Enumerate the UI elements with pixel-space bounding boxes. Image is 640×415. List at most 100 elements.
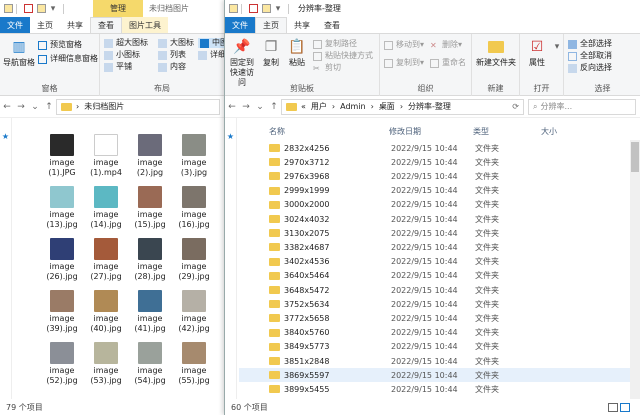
paste-shortcut-button[interactable]: 粘贴快捷方式 bbox=[313, 51, 373, 61]
delete-button[interactable]: ✕ 删除 ▾ bbox=[430, 40, 462, 50]
address-bar[interactable]: › 未归档图片 bbox=[56, 98, 220, 115]
layout-large-icons[interactable]: 大图标 bbox=[158, 38, 194, 48]
nav-pane-button[interactable]: ▥ 导航窗格 bbox=[2, 38, 36, 68]
navigation-pane[interactable]: ★ bbox=[225, 118, 237, 399]
table-row[interactable]: 3024x4032 2022/9/15 10:44 文件夹 bbox=[239, 212, 630, 226]
tab-view[interactable]: 查看 bbox=[317, 17, 347, 33]
tab-home[interactable]: 主页 bbox=[255, 17, 287, 33]
new-folder-icon[interactable] bbox=[37, 4, 46, 13]
table-row[interactable]: 3382x4687 2022/9/15 10:44 文件夹 bbox=[239, 240, 630, 254]
file-item[interactable]: image (14).jpg bbox=[84, 186, 128, 230]
breadcrumb-current[interactable]: 未归档图片 bbox=[84, 101, 124, 112]
table-row[interactable]: 2976x3968 2022/9/15 10:44 文件夹 bbox=[239, 169, 630, 183]
breadcrumb-desktop[interactable]: 桌面 bbox=[379, 101, 395, 112]
paste-button[interactable]: 📋 粘贴 bbox=[285, 38, 309, 68]
file-item[interactable]: image (39).jpg bbox=[40, 290, 84, 334]
file-item[interactable]: image (52).jpg bbox=[40, 342, 84, 386]
breadcrumb-current[interactable]: 分辨率-整理 bbox=[408, 101, 451, 112]
file-item[interactable]: image (41).jpg bbox=[128, 290, 172, 334]
file-item[interactable]: image (13).jpg bbox=[40, 186, 84, 230]
file-item[interactable]: image (3).jpg bbox=[172, 134, 216, 178]
file-item[interactable]: image (40).jpg bbox=[84, 290, 128, 334]
column-type[interactable]: 类型 bbox=[473, 126, 541, 137]
file-item[interactable]: image (16).jpg bbox=[172, 186, 216, 230]
search-box[interactable]: ⌕ 分辨率... bbox=[528, 98, 636, 115]
recent-locations-icon[interactable]: ⌄ bbox=[28, 102, 42, 112]
table-row[interactable]: 3772x5658 2022/9/15 10:44 文件夹 bbox=[239, 311, 630, 325]
quick-access-icon[interactable]: ★ bbox=[0, 132, 11, 141]
table-row[interactable]: 3648x5472 2022/9/15 10:44 文件夹 bbox=[239, 283, 630, 297]
open-dropdown-icon[interactable]: ▾ bbox=[550, 42, 564, 52]
file-item[interactable]: image (42).jpg bbox=[172, 290, 216, 334]
layout-tiles[interactable]: 平铺 bbox=[104, 62, 132, 72]
details-pane-button[interactable]: 详细信息窗格 bbox=[38, 54, 98, 64]
refresh-icon[interactable]: ⟳ bbox=[512, 102, 519, 111]
properties-button[interactable]: ☑ 属性 bbox=[524, 38, 550, 68]
vertical-scrollbar[interactable] bbox=[630, 140, 640, 399]
table-row[interactable]: 3840x5760 2022/9/15 10:44 文件夹 bbox=[239, 326, 630, 340]
copy-to-button[interactable]: 复制到 ▾ bbox=[384, 58, 424, 68]
table-row[interactable]: 3000x2000 2022/9/15 10:44 文件夹 bbox=[239, 198, 630, 212]
quick-access-icon[interactable]: ★ bbox=[225, 132, 236, 141]
back-icon[interactable]: ← bbox=[225, 102, 239, 112]
file-item[interactable]: image (27).jpg bbox=[84, 238, 128, 282]
table-row[interactable]: 3130x2075 2022/9/15 10:44 文件夹 bbox=[239, 226, 630, 240]
file-item[interactable]: image (26).jpg bbox=[40, 238, 84, 282]
new-folder-icon[interactable] bbox=[262, 4, 271, 13]
tab-home[interactable]: 主页 bbox=[30, 17, 60, 33]
file-item[interactable]: image (53).jpg bbox=[84, 342, 128, 386]
tab-picture-tools[interactable]: 图片工具 bbox=[122, 17, 168, 33]
forward-icon[interactable]: → bbox=[239, 102, 253, 112]
file-item[interactable]: image (29).jpg bbox=[172, 238, 216, 282]
layout-xl-icons[interactable]: 超大图标 bbox=[104, 38, 148, 48]
table-row[interactable]: 3752x5634 2022/9/15 10:44 文件夹 bbox=[239, 297, 630, 311]
file-item[interactable]: image (55).jpg bbox=[172, 342, 216, 386]
tab-view[interactable]: 查看 bbox=[90, 17, 122, 33]
cut-button[interactable]: ✂ 剪切 bbox=[313, 63, 341, 73]
properties-icon[interactable] bbox=[24, 4, 33, 13]
breadcrumb-overflow[interactable]: « bbox=[301, 102, 306, 111]
layout-small-icons[interactable]: 小图标 bbox=[104, 50, 140, 60]
tab-share[interactable]: 共享 bbox=[287, 17, 317, 33]
breadcrumb-admin[interactable]: Admin bbox=[340, 102, 366, 111]
layout-list[interactable]: 列表 bbox=[158, 50, 186, 60]
tab-file[interactable]: 文件 bbox=[0, 17, 30, 33]
pin-quick-access-button[interactable]: 📌 固定到快速访问 bbox=[227, 38, 257, 88]
invert-selection-button[interactable]: 反向选择 bbox=[568, 63, 612, 73]
table-row[interactable]: 3869x5597 2022/9/15 10:44 文件夹 bbox=[239, 368, 630, 383]
column-date[interactable]: 修改日期 bbox=[389, 126, 473, 137]
table-row[interactable]: 2999x1999 2022/9/15 10:44 文件夹 bbox=[239, 184, 630, 198]
select-all-button[interactable]: 全部选择 bbox=[568, 39, 612, 49]
properties-icon[interactable] bbox=[249, 4, 258, 13]
breadcrumb-users[interactable]: 用户 bbox=[311, 101, 327, 112]
table-row[interactable]: 2832x4256 2022/9/15 10:44 文件夹 bbox=[239, 141, 630, 155]
file-item[interactable]: image (2).jpg bbox=[128, 134, 172, 178]
file-item[interactable]: image (1).mp4 bbox=[84, 134, 128, 178]
tab-share[interactable]: 共享 bbox=[60, 17, 90, 33]
table-row[interactable]: 3851x2848 2022/9/15 10:44 文件夹 bbox=[239, 354, 630, 368]
navigation-pane[interactable]: ★ bbox=[0, 118, 12, 399]
copy-path-button[interactable]: 复制路径 bbox=[313, 39, 357, 49]
up-icon[interactable]: ↑ bbox=[42, 102, 56, 112]
table-row[interactable]: 3402x4536 2022/9/15 10:44 文件夹 bbox=[239, 255, 630, 269]
file-item[interactable]: image (15).jpg bbox=[128, 186, 172, 230]
file-item[interactable]: image (54).jpg bbox=[128, 342, 172, 386]
file-item[interactable]: image (1).JPG bbox=[40, 134, 84, 178]
preview-pane-button[interactable]: 预览窗格 bbox=[38, 40, 82, 50]
file-item[interactable]: image (28).jpg bbox=[128, 238, 172, 282]
select-none-button[interactable]: 全部取消 bbox=[568, 51, 612, 61]
layout-medium-icons[interactable]: 中图标 bbox=[198, 38, 224, 48]
layout-content[interactable]: 内容 bbox=[158, 62, 186, 72]
forward-icon[interactable]: → bbox=[14, 102, 28, 112]
manage-context-tab[interactable]: 管理 bbox=[93, 0, 143, 17]
recent-locations-icon[interactable]: ⌄ bbox=[253, 102, 267, 112]
up-icon[interactable]: ↑ bbox=[267, 102, 281, 112]
customize-toolbar-icon[interactable]: ▾ bbox=[271, 4, 285, 14]
layout-details[interactable]: 详细 bbox=[198, 50, 224, 60]
tab-file[interactable]: 文件 bbox=[225, 17, 255, 33]
column-size[interactable]: 大小 bbox=[541, 126, 557, 137]
address-bar[interactable]: « 用户 › Admin › 桌面 › 分辨率-整理 ⟳ bbox=[281, 98, 524, 115]
table-row[interactable]: 3899x5455 2022/9/15 10:44 文件夹 bbox=[239, 382, 630, 396]
customize-toolbar-icon[interactable]: ▾ bbox=[46, 4, 60, 14]
copy-button[interactable]: ❐ 复制 bbox=[259, 38, 283, 68]
